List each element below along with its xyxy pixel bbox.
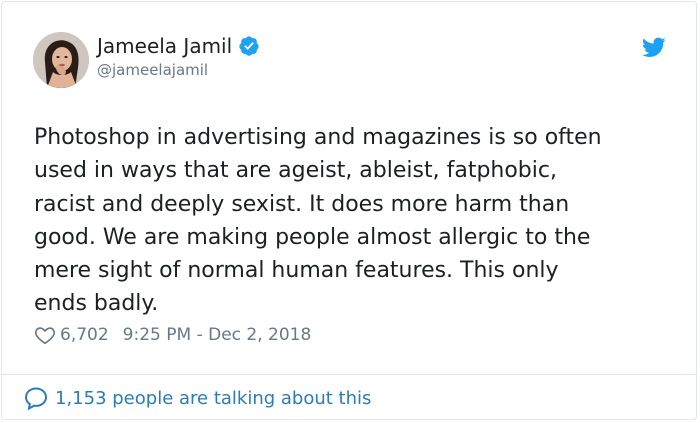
tweet-text: Photoshop in advertising and magazines i… bbox=[34, 125, 602, 317]
avatar[interactable] bbox=[33, 32, 89, 88]
author-name[interactable]: Jameela Jamil bbox=[97, 34, 232, 58]
verified-badge-icon bbox=[239, 36, 259, 56]
like-count[interactable]: 6,702 bbox=[60, 325, 109, 345]
heart-icon[interactable] bbox=[34, 324, 56, 346]
tweet-timestamp[interactable]: 9:25 PM - Dec 2, 2018 bbox=[123, 325, 312, 345]
twitter-bird-icon[interactable] bbox=[642, 35, 666, 59]
speech-bubble-icon bbox=[24, 387, 48, 410]
tweet-card: Jameela Jamil @jameelajamil Photoshop in… bbox=[1, 1, 697, 420]
avatar-photo bbox=[33, 32, 89, 88]
author-row: Jameela Jamil bbox=[97, 34, 260, 58]
author-handle[interactable]: @jameelajamil bbox=[97, 61, 208, 79]
conversation-link[interactable]: 1,153 people are talking about this bbox=[24, 386, 371, 410]
tweet-meta: 6,702 9:25 PM - Dec 2, 2018 bbox=[34, 324, 311, 346]
talking-count[interactable]: 1,153 people are talking about this bbox=[55, 388, 371, 409]
divider bbox=[2, 374, 696, 375]
